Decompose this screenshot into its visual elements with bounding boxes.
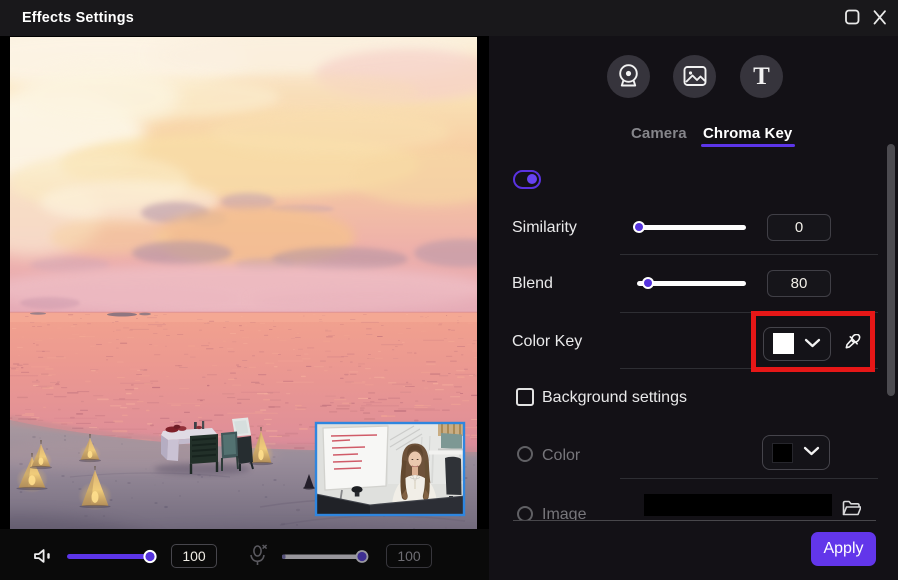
svg-text:T: T bbox=[753, 63, 770, 90]
